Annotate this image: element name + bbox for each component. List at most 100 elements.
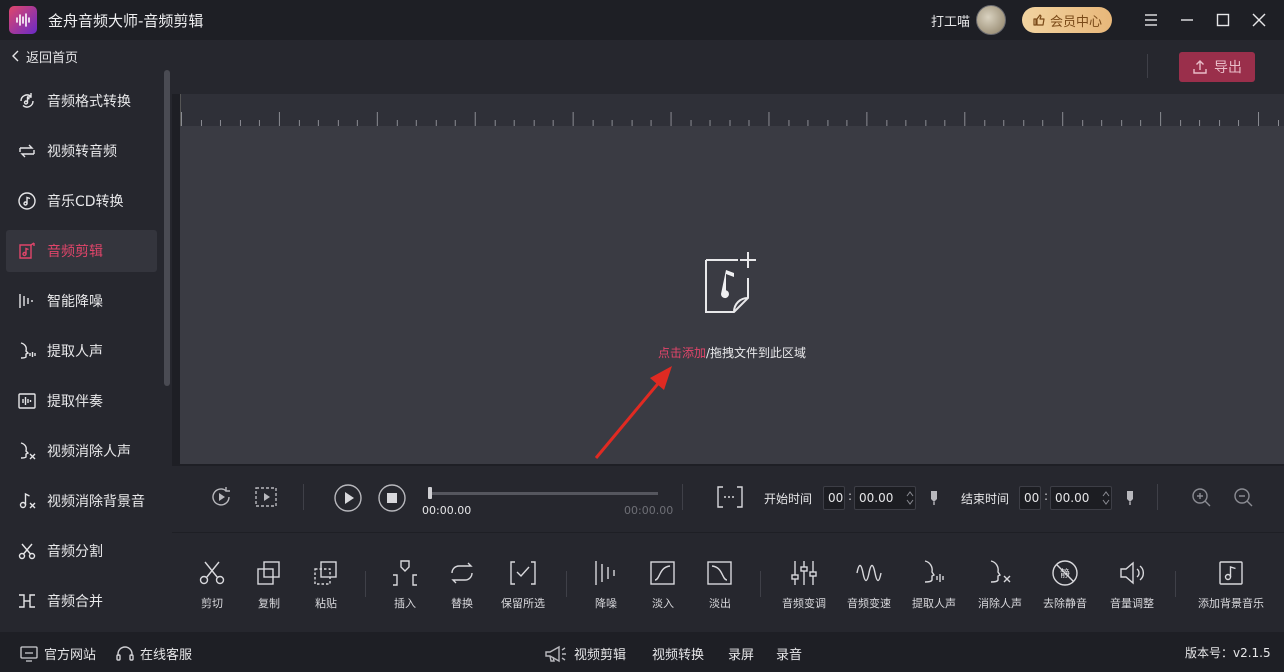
stepper-arrows-icon[interactable] bbox=[906, 490, 914, 506]
sidebar-scrollbar[interactable] bbox=[164, 70, 170, 386]
nav-video-convert-link[interactable]: 视频转换 bbox=[652, 644, 704, 663]
add-bgm-icon bbox=[1219, 561, 1243, 585]
tool-add-bgm-button[interactable]: 添加背景音乐 bbox=[1196, 559, 1266, 611]
app-logo-icon bbox=[9, 6, 37, 34]
version-label: 版本号：v2.1.5 bbox=[1185, 646, 1271, 660]
sidebar-item-label: 音频格式转换 bbox=[47, 94, 131, 110]
divider bbox=[303, 484, 304, 510]
end-minutes-input[interactable]: 00 bbox=[1019, 486, 1041, 510]
divider bbox=[682, 484, 683, 510]
zoom-out-button[interactable] bbox=[1230, 484, 1256, 510]
tool-label: 保留所选 bbox=[501, 597, 545, 610]
sidebar-item-audio-split[interactable]: 音频分割 bbox=[6, 530, 157, 572]
tool-label: 提取人声 bbox=[912, 597, 956, 610]
username[interactable]: 打工喵 bbox=[931, 11, 970, 30]
sidebar-item-label: 视频转音频 bbox=[47, 144, 117, 160]
stop-button[interactable] bbox=[377, 483, 407, 513]
start-minutes-input[interactable]: 00 bbox=[823, 486, 845, 510]
maximize-button[interactable] bbox=[1208, 5, 1238, 35]
tool-replace-button[interactable]: 替换 bbox=[427, 559, 497, 611]
start-time-label: 开始时间 bbox=[764, 492, 813, 506]
tool-speed-button[interactable]: 音频变速 bbox=[834, 559, 904, 611]
playback-progress-track[interactable] bbox=[429, 492, 658, 495]
minimize-button[interactable] bbox=[1172, 5, 1202, 35]
file-drop-zone[interactable]: 点击添加/拖拽文件到此区域 bbox=[180, 126, 1284, 464]
tool-label: 音量调整 bbox=[1110, 597, 1154, 610]
sidebar-item-cd-convert[interactable]: 音乐CD转换 bbox=[6, 180, 157, 222]
sidebar-item-video-to-audio[interactable]: 视频转音频 bbox=[6, 130, 157, 172]
app-window: 金舟音频大师-音频剪辑 打工喵 会员中心 返回首页 音频格式转换 视频转音频 音… bbox=[0, 0, 1284, 672]
tool-remove-voice-button[interactable]: 消除人声 bbox=[965, 559, 1035, 611]
sidebar-item-video-remove-bgm[interactable]: 视频消除背景音 bbox=[6, 480, 157, 522]
nav-screen-record-link[interactable]: 录屏 bbox=[728, 644, 754, 663]
tool-label: 淡入 bbox=[652, 597, 674, 610]
zoom-in-button[interactable] bbox=[1188, 484, 1214, 510]
menu-button[interactable] bbox=[1136, 5, 1166, 35]
set-end-marker-icon[interactable] bbox=[1125, 490, 1135, 506]
selection-range-icon bbox=[717, 486, 743, 508]
maximize-icon bbox=[1216, 13, 1230, 27]
sidebar-item-extract-accompaniment[interactable]: 提取伴奏 bbox=[6, 380, 157, 422]
divider bbox=[365, 571, 366, 597]
online-support-link[interactable]: 在线客服 bbox=[116, 644, 192, 663]
vip-center-label: 会员中心 bbox=[1049, 14, 1102, 30]
vip-center-button[interactable]: 会员中心 bbox=[1021, 7, 1112, 33]
avatar[interactable] bbox=[975, 5, 1006, 35]
sidebar-item-audio-edit[interactable]: 音频剪辑 bbox=[6, 230, 157, 272]
playback-progress-handle[interactable] bbox=[428, 487, 432, 499]
selection-range-button[interactable] bbox=[717, 484, 743, 510]
tool-keep-selection-button[interactable]: 保留所选 bbox=[488, 559, 558, 611]
time-separator: : bbox=[848, 489, 853, 503]
tool-label: 去除静音 bbox=[1043, 597, 1087, 610]
tool-label: 剪切 bbox=[201, 597, 223, 610]
monitor-icon bbox=[20, 645, 38, 662]
tool-paste-button[interactable]: 粘贴 bbox=[291, 559, 361, 611]
close-button[interactable] bbox=[1244, 5, 1274, 35]
sidebar-item-video-remove-voice[interactable]: 视频消除人声 bbox=[6, 430, 157, 472]
export-label: 导出 bbox=[1214, 60, 1242, 76]
red-arrow-annotation bbox=[594, 366, 672, 459]
divider bbox=[1175, 571, 1176, 597]
extract-voice-icon bbox=[20, 342, 36, 359]
sidebar-item-denoise[interactable]: 智能降噪 bbox=[6, 280, 157, 322]
audio-convert-icon bbox=[20, 93, 34, 108]
official-website-link[interactable]: 官方网站 bbox=[20, 644, 96, 663]
stepper-arrows-icon[interactable] bbox=[1102, 490, 1110, 506]
back-home-link[interactable]: 返回首页 bbox=[0, 40, 172, 72]
replay-button[interactable] bbox=[208, 484, 234, 510]
replace-icon bbox=[451, 562, 473, 584]
divider bbox=[1147, 54, 1148, 78]
tool-fade-out-button[interactable]: 淡出 bbox=[685, 559, 755, 611]
remove-voice-icon bbox=[20, 442, 36, 460]
set-start-marker-icon[interactable] bbox=[929, 490, 939, 506]
tool-label: 复制 bbox=[258, 597, 280, 610]
nav-audio-record-link[interactable]: 录音 bbox=[776, 644, 802, 663]
tool-remove-silence-button[interactable]: 静 去除静音 bbox=[1030, 559, 1100, 611]
paste-icon bbox=[314, 561, 337, 585]
nav-label: 录音 bbox=[776, 648, 803, 663]
sidebar-item-audio-merge[interactable]: 音频合并 bbox=[6, 580, 157, 622]
sidebar-item-extract-voice[interactable]: 提取人声 bbox=[6, 330, 157, 372]
megaphone-icon bbox=[545, 645, 566, 662]
export-button[interactable]: 导出 bbox=[1179, 52, 1255, 82]
insert-icon bbox=[393, 560, 417, 586]
tool-pitch-button[interactable]: 音频变调 bbox=[769, 559, 839, 611]
play-button[interactable] bbox=[333, 483, 363, 513]
zoom-out-icon bbox=[1234, 488, 1253, 507]
tool-volume-button[interactable]: 音量调整 bbox=[1097, 559, 1167, 611]
minimize-icon bbox=[1181, 19, 1193, 21]
tool-extract-voice-button[interactable]: 提取人声 bbox=[899, 559, 969, 611]
click-to-add-link[interactable]: 点击添加 bbox=[658, 346, 706, 360]
speed-icon bbox=[856, 564, 882, 582]
status-bar: 官方网站 在线客服 视频剪辑 视频转换 录屏 录音 版本号：v2.1.5 bbox=[0, 632, 1284, 672]
current-time: 00:00.00 bbox=[422, 504, 472, 517]
add-audio-file-icon[interactable] bbox=[704, 250, 758, 314]
nav-video-edit-link[interactable]: 视频剪辑 bbox=[544, 644, 626, 663]
timeline-ruler[interactable] bbox=[180, 94, 1284, 126]
pitch-icon bbox=[791, 561, 817, 585]
headset-icon bbox=[116, 645, 134, 661]
sidebar-item-audio-convert[interactable]: 音频格式转换 bbox=[6, 80, 157, 122]
tool-label: 添加背景音乐 bbox=[1198, 597, 1264, 610]
video-to-audio-icon bbox=[19, 144, 35, 158]
play-selection-button[interactable] bbox=[253, 484, 279, 510]
